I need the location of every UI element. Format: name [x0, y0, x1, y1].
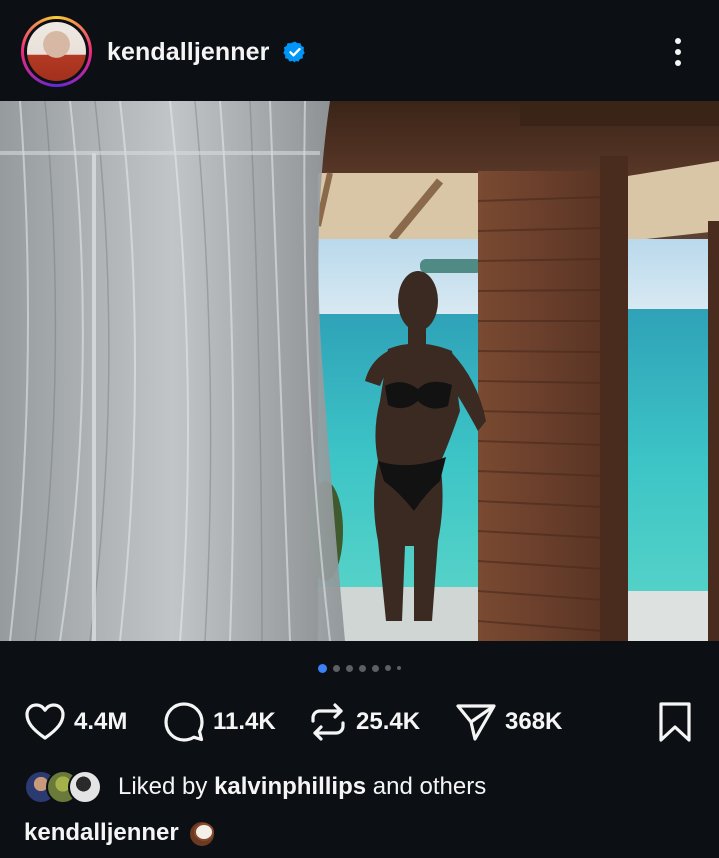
carousel-dot	[333, 664, 340, 672]
comment-button[interactable]: 11.4K	[163, 698, 276, 746]
reposts-count[interactable]: 25.4K	[356, 708, 420, 736]
post-caption: kendalljenner	[24, 816, 217, 850]
more-options-icon[interactable]	[664, 36, 692, 68]
avatar	[27, 22, 86, 81]
like-button[interactable]: 4.4M	[24, 698, 127, 746]
coconut-icon	[189, 822, 214, 846]
bookmark-icon	[659, 702, 691, 742]
post-header: kendalljenner	[0, 0, 719, 101]
post-image[interactable]	[0, 101, 719, 641]
repost-button[interactable]: 25.4K	[308, 698, 420, 746]
repost-icon	[311, 703, 345, 741]
profile-avatar-story-ring[interactable]	[21, 16, 92, 87]
liked-by-user[interactable]: kalvinphillips	[214, 773, 366, 800]
carousel-dot	[346, 664, 353, 672]
likes-count[interactable]: 4.4M	[74, 708, 127, 736]
liked-by-row[interactable]: Liked by kalvinphillips and others	[24, 768, 486, 806]
shares-count[interactable]: 368K	[505, 708, 562, 736]
heart-icon	[25, 703, 65, 740]
carousel-indicator	[0, 661, 719, 675]
share-button[interactable]: 368K	[455, 698, 562, 746]
carousel-dot	[385, 665, 391, 671]
verified-badge-icon	[283, 41, 305, 63]
send-icon	[456, 704, 496, 741]
carousel-dot-active	[318, 663, 327, 673]
liked-by-text: Liked by kalvinphillips and others	[118, 773, 487, 800]
carousel-dot	[372, 664, 379, 672]
comment-icon	[164, 702, 204, 742]
post-actions-bar: 4.4M 11.4K 25.4K 368K	[0, 698, 719, 746]
liker-avatar	[68, 770, 102, 804]
comments-count[interactable]: 11.4K	[213, 708, 276, 736]
post-username[interactable]: kendalljenner	[107, 38, 269, 67]
carousel-dot	[359, 664, 366, 672]
caption-username[interactable]: kendalljenner	[24, 819, 179, 847]
save-button[interactable]	[657, 698, 693, 746]
post-photo-illustration	[0, 101, 719, 641]
carousel-dot	[397, 666, 401, 670]
